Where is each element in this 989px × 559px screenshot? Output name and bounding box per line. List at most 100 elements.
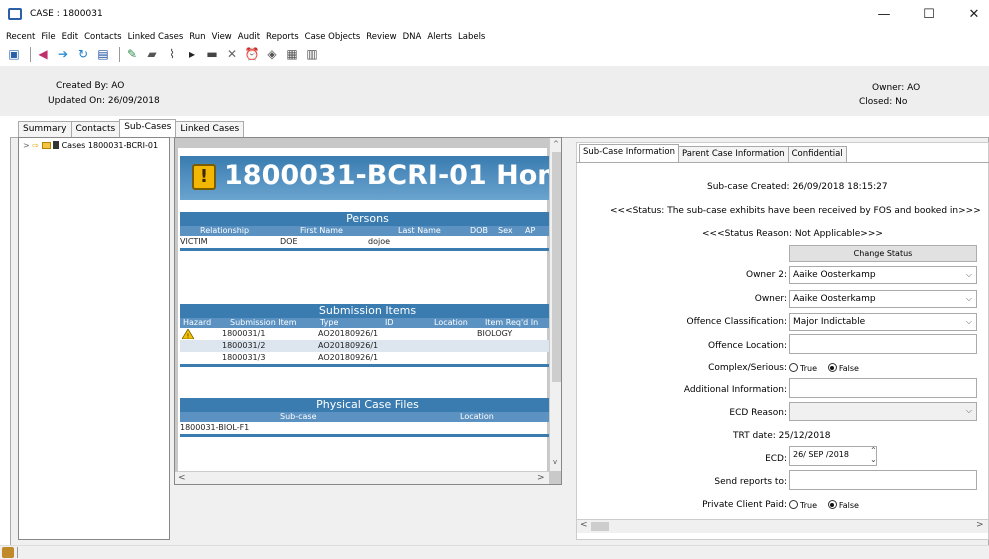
folder-icon [41,142,51,149]
col-id: ID [385,318,394,327]
menu-reports[interactable]: Reports [266,30,299,44]
info-horizontal-scrollbar[interactable]: < > [577,519,988,533]
menu-run[interactable]: Run [189,30,205,44]
owner2-select[interactable]: Aaike Oosterkamp ⌵ [789,266,977,284]
table-row: 1800031/2 AO20180926/1 [180,340,555,352]
closed-info: Closed: No [859,97,908,107]
table-row: 1800031-BIOL-F1 [180,422,555,434]
private-paid-true-label: True [800,501,817,510]
submission-title: Submission Items [180,304,555,318]
notes-icon[interactable]: ▥ [304,47,320,62]
complex-false-radio[interactable] [827,363,837,372]
tab-sub-case-information[interactable]: Sub-Case Information [579,144,679,162]
menu-file[interactable]: File [41,30,55,44]
layers-icon[interactable]: ◈ [264,47,280,62]
tab-contacts[interactable]: Contacts [70,121,121,137]
tab-linked-cases[interactable]: Linked Cases [175,121,245,137]
menu-contacts[interactable]: Contacts [84,30,122,44]
owner-select[interactable]: Aaike Oosterkamp ⌵ [789,290,977,308]
tools-icon[interactable]: ✕ [224,47,240,62]
scroll-right-icon[interactable]: > [976,520,984,530]
truck-icon[interactable]: ▬ [204,47,220,62]
send-reports-input[interactable] [789,470,977,490]
scroll-thumb[interactable] [552,152,561,382]
scroll-down-icon[interactable]: v [553,458,557,466]
col-type: Type [320,318,339,327]
updated-on: Updated On: 26/09/2018 [48,96,160,106]
refresh-icon[interactable]: ↻ [75,47,91,62]
report-horizontal-scrollbar[interactable]: < > [175,471,549,484]
car-icon[interactable]: ▰ [144,47,160,62]
col-ap: AP [525,226,536,235]
private-paid-true-radio[interactable] [789,500,798,509]
scroll-thumb[interactable] [591,522,609,531]
section-divider [180,248,555,251]
cell-sub-case: 1800031-BIOL-F1 [180,423,250,432]
attach-icon[interactable]: ⌇ [164,47,180,62]
minimize-button[interactable]: — [864,4,904,26]
menu-labels[interactable]: Labels [458,30,485,44]
menu-edit[interactable]: Edit [62,30,78,44]
ecd-reason-select[interactable]: ⌵ [789,402,977,421]
persons-header: Relationship First Name Last Name DOB Se… [180,226,555,236]
scroll-left-icon[interactable]: < [178,473,186,483]
col-sex: Sex [498,226,513,235]
date-spinner-icon[interactable]: ⌃ ⌄ [870,446,877,464]
app-icon [8,8,22,20]
form-icon[interactable]: ▦ [284,47,300,62]
menu-alerts[interactable]: Alerts [427,30,452,44]
sub-case-tree: > ⇨ Cases 1800031-BCRI-01 [18,137,170,540]
owner-info: Owner: AO [872,83,921,93]
tree-node-case[interactable]: > ⇨ Cases 1800031-BCRI-01 [23,141,158,150]
close-button[interactable]: ✕ [954,4,989,26]
forward-icon[interactable]: ➔ [55,47,71,62]
menu-bar: Recent File Edit Contacts Linked Cases R… [0,30,989,44]
offence-location-input[interactable] [789,334,977,354]
tab-confidential[interactable]: Confidential [787,146,847,162]
menu-case-objects[interactable]: Case Objects [305,30,361,44]
menu-audit[interactable]: Audit [238,30,260,44]
cell-submission-item: 1800031/2 [222,341,266,350]
tab-summary[interactable]: Summary [18,121,72,137]
col-file-location: Location [460,412,494,421]
tab-parent-case-information[interactable]: Parent Case Information [677,146,789,162]
section-divider [180,434,555,437]
chevron-down-icon: ⌵ [965,270,972,279]
ecd-date-picker[interactable]: 26/ SEP /2018 [789,446,877,466]
tag-icon[interactable]: ✎ [124,47,140,62]
status-text: <<<Status: The sub-case exhibits have be… [610,206,981,216]
menu-dna[interactable]: DNA [403,30,422,44]
chevron-down-icon: ⌵ [965,317,972,326]
warning-icon: ! [192,164,216,190]
alarm-icon[interactable]: ⏰ [244,47,260,62]
case-header: Created By: AO Updated On: 26/09/2018 Ow… [0,66,989,116]
menu-linked-cases[interactable]: Linked Cases [128,30,184,44]
private-paid-false-radio[interactable] [827,500,837,509]
report-vertical-scrollbar[interactable]: ^ v [549,138,561,471]
scroll-up-icon[interactable]: ^ [553,140,559,148]
owner-label: Owner: [754,294,787,304]
complex-true-radio[interactable] [789,363,798,372]
additional-information-input[interactable] [789,378,977,398]
sub-case-created: Sub-case Created: 26/09/2018 18:15:27 [707,182,888,192]
maximize-button[interactable]: ☐ [909,4,949,26]
scroll-right-icon[interactable]: > [537,473,545,483]
back-icon[interactable]: ◀ [35,47,51,62]
case-banner: ! 1800031-BCRI-01 Homicide [180,156,561,200]
menu-view[interactable]: View [212,30,232,44]
scroll-left-icon[interactable]: < [580,520,588,530]
expand-icon[interactable]: > [23,141,30,150]
private-client-paid-radio-group: True False [789,500,867,511]
play-icon[interactable]: ▸ [184,47,200,62]
cell-id: AO20180926/1 [318,353,379,362]
private-paid-false-label: False [838,501,859,510]
col-hazard: Hazard [183,318,212,327]
case-icon[interactable]: ▣ [6,47,22,62]
tab-sub-cases[interactable]: Sub-Cases [119,119,177,137]
menu-recent[interactable]: Recent [6,30,35,44]
menu-review[interactable]: Review [366,30,396,44]
offence-classification-select[interactable]: Major Indictable ⌵ [789,313,977,331]
save-icon[interactable]: ▤ [95,47,111,62]
trt-date: TRT date: 25/12/2018 [733,431,831,441]
change-status-button[interactable]: Change Status [789,245,977,262]
